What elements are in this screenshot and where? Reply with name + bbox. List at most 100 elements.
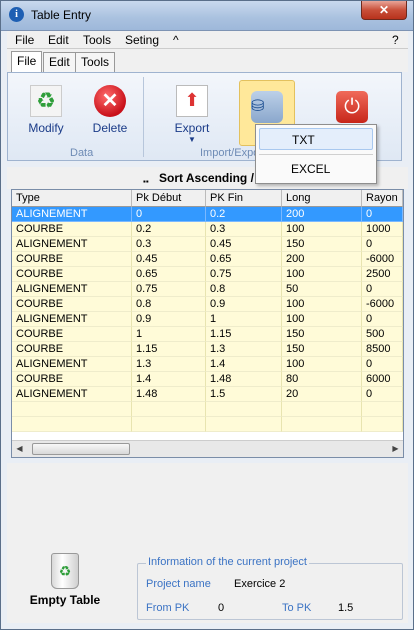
table-cell[interactable]: 0.75 bbox=[206, 267, 282, 282]
table-row[interactable]: COURBE 0.65 0.75 100 2500 bbox=[12, 267, 403, 282]
table-row[interactable]: COURBE 1 1.15 150 500 bbox=[12, 327, 403, 342]
tab-edit[interactable]: Edit bbox=[43, 52, 76, 72]
table-cell[interactable]: 0.8 bbox=[132, 297, 206, 312]
modify-button[interactable]: ♻ Modify bbox=[22, 85, 70, 135]
table-cell[interactable]: 0.45 bbox=[132, 252, 206, 267]
menu-file[interactable]: File bbox=[15, 33, 34, 47]
table-cell[interactable]: 0.65 bbox=[132, 267, 206, 282]
table-cell[interactable]: 200 bbox=[282, 252, 362, 267]
table-cell[interactable]: 80 bbox=[282, 372, 362, 387]
table-cell[interactable]: 1.3 bbox=[132, 357, 206, 372]
table-row[interactable]: ALIGNEMENT 1.48 1.5 20 0 bbox=[12, 387, 403, 402]
table-cell[interactable]: COURBE bbox=[12, 372, 132, 387]
table-cell[interactable]: 0 bbox=[362, 312, 403, 327]
scroll-right-icon[interactable]: ▶ bbox=[388, 442, 403, 456]
table-cell[interactable]: 20 bbox=[282, 387, 362, 402]
table-cell[interactable]: 1.3 bbox=[206, 342, 282, 357]
table-cell[interactable]: 50 bbox=[282, 282, 362, 297]
menu-edit[interactable]: Edit bbox=[48, 33, 69, 47]
table-cell[interactable]: 1.48 bbox=[206, 372, 282, 387]
table-cell[interactable]: 0.75 bbox=[132, 282, 206, 297]
table-cell[interactable]: COURBE bbox=[12, 252, 132, 267]
table-cell[interactable]: 0.65 bbox=[206, 252, 282, 267]
table-cell[interactable]: 6000 bbox=[362, 372, 403, 387]
table-cell[interactable]: 100 bbox=[282, 312, 362, 327]
table-row[interactable]: COURBE 0.45 0.65 200 -6000 bbox=[12, 252, 403, 267]
table-cell[interactable]: 100 bbox=[282, 357, 362, 372]
table-cell[interactable]: 0.2 bbox=[206, 207, 282, 222]
table-cell[interactable]: 0.3 bbox=[206, 222, 282, 237]
table-cell[interactable]: 0 bbox=[362, 207, 403, 222]
table-cell[interactable]: ALIGNEMENT bbox=[12, 282, 132, 297]
empty-table-button[interactable]: ♻ Empty Table bbox=[25, 553, 105, 607]
table-row[interactable]: ALIGNEMENT 0.9 1 100 0 bbox=[12, 312, 403, 327]
menu-item-excel[interactable]: EXCEL bbox=[259, 158, 373, 180]
delete-button[interactable]: ✕ Delete bbox=[86, 85, 134, 135]
table-cell[interactable]: 1.4 bbox=[206, 357, 282, 372]
table-cell[interactable]: 0 bbox=[132, 207, 206, 222]
table-row[interactable]: COURBE 0.2 0.3 100 1000 bbox=[12, 222, 403, 237]
exit-button[interactable]: ⏻ bbox=[336, 91, 368, 127]
table-cell[interactable]: ALIGNEMENT bbox=[12, 237, 132, 252]
sort-ascending-label[interactable]: Sort Ascending / bbox=[159, 171, 254, 185]
scroll-left-icon[interactable]: ◀ bbox=[12, 442, 27, 456]
table-cell[interactable]: 0 bbox=[362, 357, 403, 372]
table-row[interactable]: COURBE 1.4 1.48 80 6000 bbox=[12, 372, 403, 387]
table-cell[interactable]: 200 bbox=[282, 207, 362, 222]
table-cell[interactable]: 1.15 bbox=[132, 342, 206, 357]
horizontal-scrollbar[interactable]: ◀ ▶ bbox=[12, 440, 403, 457]
table-cell[interactable]: 100 bbox=[282, 267, 362, 282]
help-button[interactable]: ? bbox=[392, 33, 399, 47]
tab-tools[interactable]: Tools bbox=[75, 52, 116, 72]
table-cell[interactable]: -6000 bbox=[362, 252, 403, 267]
table-cell[interactable]: 0.45 bbox=[206, 237, 282, 252]
ribbon-collapse-button[interactable]: ^ bbox=[173, 33, 179, 47]
table-cell[interactable]: -6000 bbox=[362, 297, 403, 312]
table-cell[interactable]: 1.15 bbox=[206, 327, 282, 342]
table-row[interactable]: COURBE 1.15 1.3 150 8500 bbox=[12, 342, 403, 357]
table-cell[interactable]: 1.4 bbox=[132, 372, 206, 387]
table-cell[interactable]: COURBE bbox=[12, 327, 132, 342]
table-cell[interactable]: 0 bbox=[362, 387, 403, 402]
table-row[interactable]: COURBE 0.8 0.9 100 -6000 bbox=[12, 297, 403, 312]
table-cell[interactable]: ALIGNEMENT bbox=[12, 207, 132, 222]
table-cell[interactable]: 0.3 bbox=[132, 237, 206, 252]
table-row[interactable]: ALIGNEMENT 0 0.2 200 0 bbox=[12, 207, 403, 222]
menu-tools[interactable]: Tools bbox=[83, 33, 111, 47]
table-cell[interactable]: 8500 bbox=[362, 342, 403, 357]
column-header-pk-fin[interactable]: PK Fin bbox=[206, 190, 282, 207]
export-button[interactable]: ⬆ Export ▼ bbox=[168, 85, 216, 144]
table-cell[interactable]: ALIGNEMENT bbox=[12, 357, 132, 372]
table-cell[interactable]: 150 bbox=[282, 237, 362, 252]
table-cell[interactable]: COURBE bbox=[12, 222, 132, 237]
table-cell[interactable]: ALIGNEMENT bbox=[12, 312, 132, 327]
table-cell[interactable]: COURBE bbox=[12, 267, 132, 282]
column-header-rayon[interactable]: Rayon bbox=[362, 190, 403, 207]
title-bar[interactable]: i Table Entry ✕ bbox=[1, 1, 413, 31]
menu-seting[interactable]: Seting bbox=[125, 33, 159, 47]
table-cell[interactable]: 150 bbox=[282, 342, 362, 357]
table-cell[interactable]: 1.5 bbox=[206, 387, 282, 402]
table-cell[interactable]: 2500 bbox=[362, 267, 403, 282]
column-header-pk-debut[interactable]: Pk Début bbox=[132, 190, 206, 207]
table-cell[interactable]: 0.8 bbox=[206, 282, 282, 297]
column-header-long[interactable]: Long bbox=[282, 190, 362, 207]
table-cell[interactable]: 1 bbox=[206, 312, 282, 327]
table-cell[interactable]: COURBE bbox=[12, 297, 132, 312]
table-row[interactable]: ALIGNEMENT 0.75 0.8 50 0 bbox=[12, 282, 403, 297]
table-cell[interactable]: COURBE bbox=[12, 342, 132, 357]
table-cell[interactable]: 0.9 bbox=[206, 297, 282, 312]
drag-handle-icon[interactable]: ▪▪ bbox=[143, 177, 149, 186]
table-cell[interactable]: 0 bbox=[362, 282, 403, 297]
table-row[interactable]: ALIGNEMENT 0.3 0.45 150 0 bbox=[12, 237, 403, 252]
close-button[interactable]: ✕ bbox=[361, 1, 407, 20]
table-cell[interactable]: 100 bbox=[282, 297, 362, 312]
table-cell[interactable]: 0.2 bbox=[132, 222, 206, 237]
table-cell[interactable]: 100 bbox=[282, 222, 362, 237]
table-cell[interactable]: 1.48 bbox=[132, 387, 206, 402]
table-row[interactable]: ALIGNEMENT 1.3 1.4 100 0 bbox=[12, 357, 403, 372]
table-cell[interactable]: 150 bbox=[282, 327, 362, 342]
column-header-type[interactable]: Type bbox=[12, 190, 132, 207]
table-cell[interactable]: 500 bbox=[362, 327, 403, 342]
table-cell[interactable]: ALIGNEMENT bbox=[12, 387, 132, 402]
